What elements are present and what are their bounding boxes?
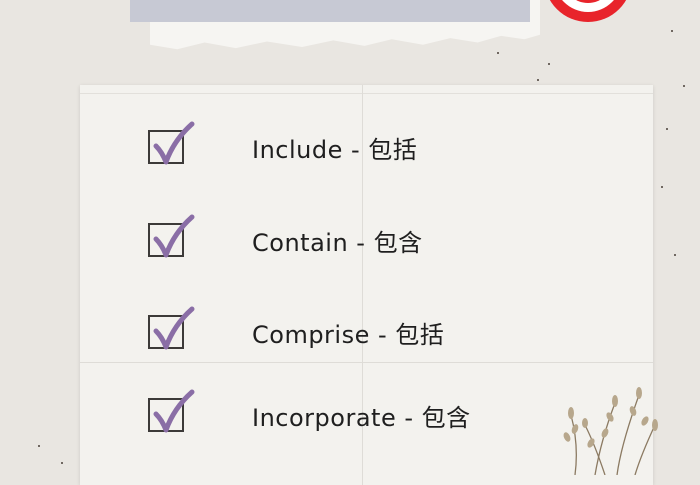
item-label: Include - 包括 (252, 135, 418, 164)
speck (497, 52, 499, 54)
checklist-item: Include - 包括 (148, 121, 418, 172)
speck (661, 186, 663, 188)
checkmark-icon (153, 214, 195, 258)
checkbox[interactable] (148, 389, 195, 433)
checkmark-icon (153, 121, 195, 165)
grid-line (80, 362, 653, 363)
dried-flower-decoration (563, 387, 658, 475)
speck (537, 79, 539, 81)
checklist-item: Contain - 包含 (148, 214, 423, 265)
speck (61, 462, 63, 464)
checkmark-icon (153, 389, 195, 433)
speck (683, 85, 685, 87)
checklist-item: Incorporate - 包含 (148, 389, 471, 440)
checkbox[interactable] (148, 121, 195, 165)
speck (666, 128, 668, 130)
checkbox[interactable] (148, 306, 195, 350)
speck (38, 445, 40, 447)
speck (548, 63, 550, 65)
item-label: Comprise - 包括 (252, 320, 445, 349)
speck (671, 30, 673, 32)
speck (674, 254, 676, 256)
grid-line (80, 93, 653, 94)
checkmark-icon (153, 306, 195, 350)
tape-strip (130, 0, 530, 22)
checklist-item: Comprise - 包括 (148, 306, 445, 357)
item-label: Contain - 包含 (252, 228, 423, 257)
target-icon (549, 0, 627, 22)
item-label: Incorporate - 包含 (252, 403, 471, 432)
checkbox[interactable] (148, 214, 195, 258)
